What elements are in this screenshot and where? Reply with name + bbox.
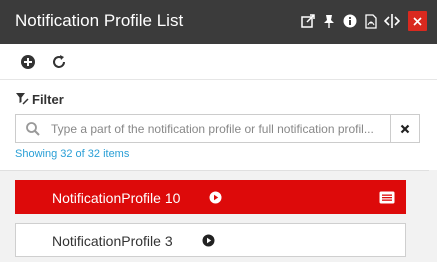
filter-section: Filter Showing 32 of 32 items (0, 81, 437, 168)
pdf-icon[interactable] (361, 11, 381, 31)
title-bar-actions (297, 11, 427, 31)
profile-list: NotificationProfile 10 NotificationProfi… (0, 170, 437, 262)
refresh-button[interactable] (50, 53, 68, 71)
add-button[interactable] (19, 53, 37, 71)
clear-search-button[interactable] (391, 114, 420, 143)
info-icon[interactable] (340, 11, 360, 31)
play-icon[interactable] (202, 234, 215, 247)
list-item-label: NotificationProfile 10 (52, 190, 181, 206)
list-item[interactable]: NotificationProfile 10 (15, 180, 406, 214)
filter-icon (16, 93, 29, 105)
search-input[interactable] (51, 118, 386, 139)
details-icon[interactable] (379, 191, 395, 204)
filter-heading: Filter (15, 91, 64, 107)
search-box (15, 114, 391, 143)
list-item-label: NotificationProfile 3 (52, 233, 173, 249)
clear-icon (400, 124, 410, 133)
close-button[interactable] (408, 11, 427, 31)
play-icon[interactable] (209, 191, 222, 204)
add-circle-icon (21, 55, 35, 69)
close-icon (413, 16, 422, 26)
refresh-icon (53, 55, 65, 68)
item-count: Showing 32 of 32 items (15, 148, 130, 160)
window-title: Notification Profile List (15, 11, 184, 30)
title-bar: Notification Profile List (0, 0, 437, 44)
pin-icon[interactable] (319, 11, 339, 31)
list-scrollbar[interactable] (429, 170, 437, 262)
search-icon (26, 122, 40, 136)
resize-horizontal-icon[interactable] (382, 11, 402, 31)
external-link-icon[interactable] (298, 11, 318, 31)
list-item[interactable]: NotificationProfile 3 (15, 223, 406, 257)
toolbar (0, 44, 437, 80)
filter-label: Filter (32, 91, 64, 107)
